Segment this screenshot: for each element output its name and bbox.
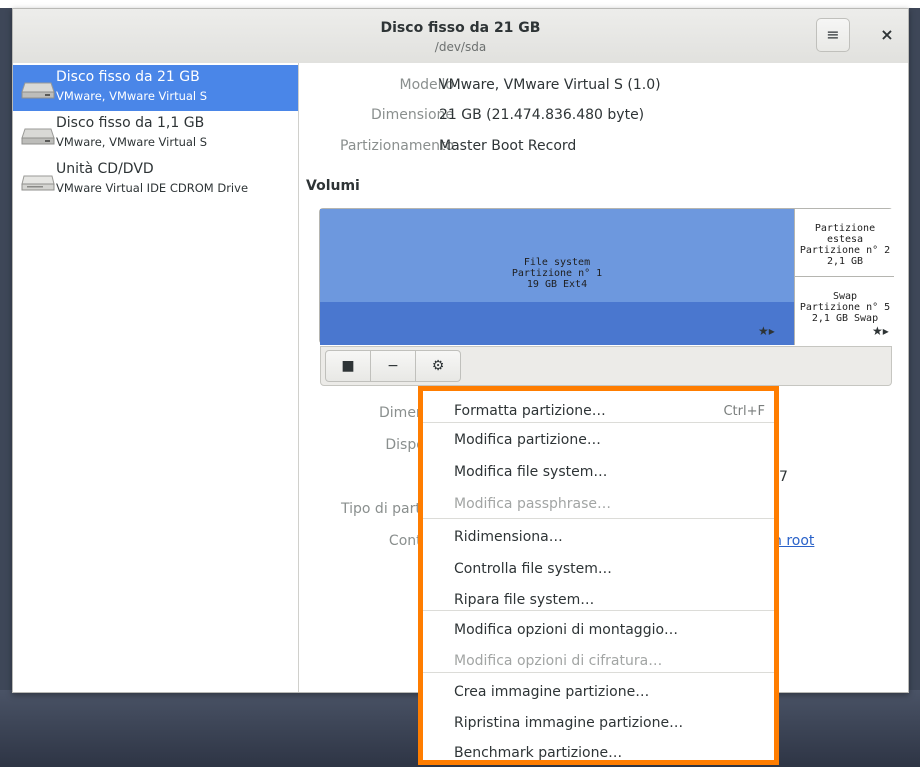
unmount-button[interactable]: ■: [325, 350, 371, 382]
drive-item-21gb[interactable]: Disco fisso da 21 GB VMware, VMware Virt…: [13, 65, 298, 111]
partition-1-number: Partizione n° 1: [511, 268, 603, 279]
extended-partition-block[interactable]: Partizione estesa Partizione n° 2 2,1 GB: [794, 209, 894, 277]
menu-item-shortcut: Ctrl+F: [723, 404, 765, 419]
drive-description: VMware, VMware Virtual S: [56, 135, 208, 149]
partitioning-label: Partizionamento: [340, 138, 454, 154]
drive-name: Disco fisso da 21 GB: [56, 69, 200, 85]
drive-item-1gb[interactable]: Disco fisso da 1,1 GB VMware, VMware Vir…: [13, 111, 298, 157]
menu-item-encryption-options: Modifica opzioni di cifratura…: [423, 647, 774, 679]
swap-star-icon: ★▸: [872, 324, 889, 338]
menu-item-create-image[interactable]: Crea immagine partizione…: [423, 678, 774, 710]
swap-partition-label: Swap Partizione n° 5 2,1 GB Swap: [795, 291, 895, 324]
partition-options-menu: Formatta partizione… Ctrl+F Modifica par…: [418, 386, 779, 765]
stop-icon: ■: [341, 358, 355, 374]
menu-separator: [423, 672, 774, 673]
close-icon: ×: [880, 25, 894, 44]
menu-separator: [423, 518, 774, 519]
partition-1-type: File system: [523, 257, 591, 268]
extended-partition-type: Partizione estesa: [814, 223, 876, 245]
extended-partition-size: 2,1 GB: [826, 256, 864, 267]
menu-item-label: Modifica partizione…: [454, 432, 601, 448]
volume-graph: File system Partizione n° 1 19 GB Ext4 ★…: [319, 208, 894, 345]
hard-disk-icon: [21, 82, 55, 99]
menu-item-label: Modifica passphrase…: [454, 496, 612, 512]
hamburger-menu-icon: ≡: [826, 25, 840, 44]
optical-drive-icon: [21, 175, 55, 191]
window-title: Disco fisso da 21 GB: [380, 20, 541, 36]
menu-item-mount-options[interactable]: Modifica opzioni di montaggio…: [423, 616, 774, 648]
drive-list-sidebar: Disco fisso da 21 GB VMware, VMware Virt…: [13, 63, 299, 692]
extended-partition-label: Partizione estesa Partizione n° 2 2,1 GB: [795, 223, 895, 267]
menu-item-label: Ripristina immagine partizione…: [454, 715, 684, 731]
drive-description: VMware Virtual IDE CDROM Drive: [56, 181, 249, 195]
partition-1-label: File system Partizione n° 1 19 GB Ext4: [320, 257, 794, 290]
delete-partition-button[interactable]: −: [370, 350, 416, 382]
model-value: VMware, VMware Virtual S (1.0): [439, 77, 661, 93]
menu-item-label: Controlla file system…: [454, 561, 612, 577]
swap-partition-number: Partizione n° 5: [799, 302, 891, 313]
menu-item-label: Modifica opzioni di cifratura…: [454, 653, 663, 669]
swap-partition-block[interactable]: Swap Partizione n° 5 2,1 GB Swap ★▸: [794, 277, 894, 345]
menu-item-label: Modifica opzioni di montaggio…: [454, 622, 679, 638]
menu-item-label: Modifica file system…: [454, 464, 608, 480]
partition-1-bottom: [320, 302, 794, 345]
menu-item-label: Benchmark partizione…: [454, 745, 623, 761]
menu-item-check-filesystem[interactable]: Controlla file system…: [423, 555, 774, 587]
menu-item-edit-filesystem[interactable]: Modifica file system…: [423, 458, 774, 490]
extended-partition-number: Partizione n° 2: [799, 245, 891, 256]
gear-icon: ⚙: [431, 358, 445, 374]
uuid-value-fragment: 7: [779, 469, 788, 485]
menu-item-label: Crea immagine partizione…: [454, 684, 650, 700]
menu-item-format-partition[interactable]: Formatta partizione… Ctrl+F: [423, 397, 774, 429]
menu-item-edit-partition[interactable]: Modifica partizione…: [423, 426, 774, 458]
window-subtitle: /dev/sda: [434, 40, 487, 54]
partitioning-value: Master Boot Record: [439, 138, 577, 154]
menu-item-resize[interactable]: Ridimensiona…: [423, 523, 774, 555]
menu-item-label: Ridimensiona…: [454, 529, 563, 545]
close-button[interactable]: ×: [875, 23, 899, 47]
mounted-star-icon: ★▸: [758, 324, 775, 338]
menu-item-label: Ripara file system…: [454, 592, 595, 608]
volume-toolbar: ■ − ⚙: [320, 346, 892, 386]
app-menu-button[interactable]: ≡: [816, 18, 850, 52]
menu-item-benchmark[interactable]: Benchmark partizione…: [423, 739, 774, 761]
drive-description: VMware, VMware Virtual S: [56, 89, 208, 103]
menu-item-label: Formatta partizione…: [454, 403, 606, 419]
drive-name: Unità CD/DVD: [56, 161, 154, 177]
minus-icon: −: [387, 358, 399, 374]
partition-options-button[interactable]: ⚙: [415, 350, 461, 382]
volumes-title: Volumi: [306, 178, 360, 194]
desktop-top-strip: [0, 0, 920, 8]
menu-separator: [423, 610, 774, 611]
swap-partition-type: Swap: [832, 291, 858, 302]
partition-1-size: 19 GB Ext4: [526, 279, 588, 290]
drive-name: Disco fisso da 1,1 GB: [56, 115, 205, 131]
menu-item-restore-image[interactable]: Ripristina immagine partizione…: [423, 709, 774, 741]
mount-link[interactable]: n root: [773, 533, 814, 549]
partition-1-block[interactable]: File system Partizione n° 1 19 GB Ext4 ★…: [320, 209, 794, 345]
size-value: 21 GB (21.474.836.480 byte): [439, 107, 645, 123]
menu-separator: [423, 422, 774, 423]
hard-disk-icon: [21, 128, 55, 145]
menu-item-repair-filesystem[interactable]: Ripara file system…: [423, 586, 774, 618]
swap-partition-size: 2,1 GB Swap: [811, 313, 879, 324]
drive-item-cdrom[interactable]: Unità CD/DVD VMware Virtual IDE CDROM Dr…: [13, 157, 298, 203]
header-bar: Disco fisso da 21 GB /dev/sda ≡ ×: [13, 9, 908, 64]
